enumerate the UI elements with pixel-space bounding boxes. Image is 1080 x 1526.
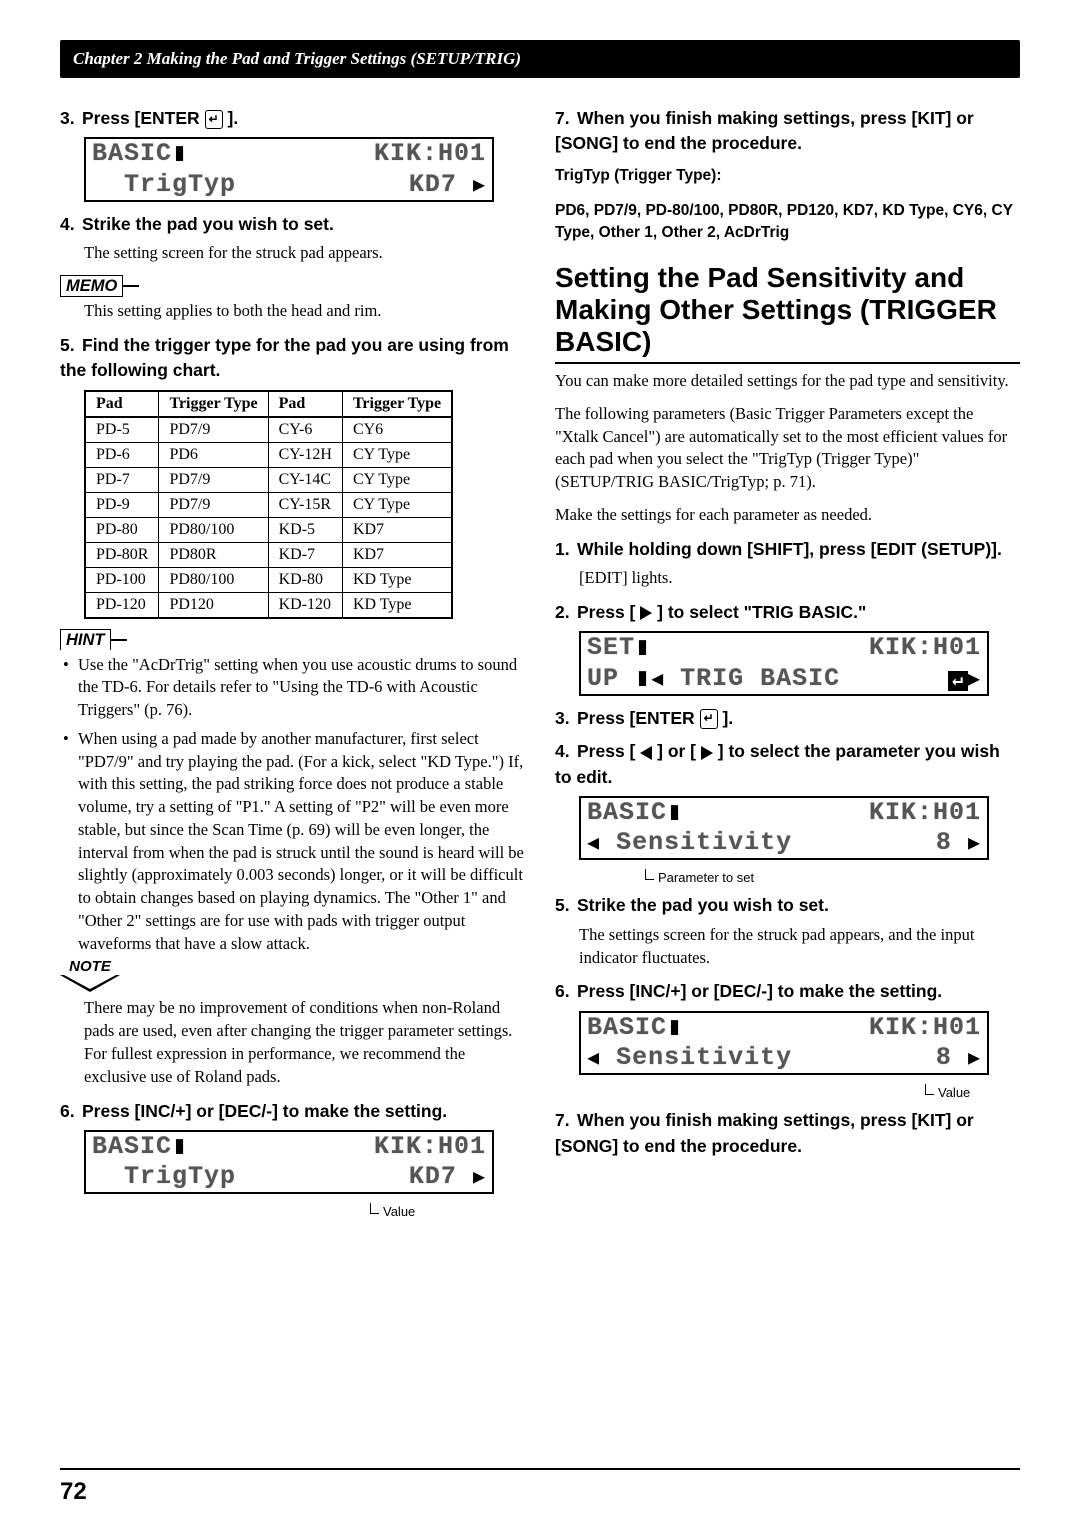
step-5-right: 5.Strike the pad you wish to set. <box>555 893 1020 918</box>
page-number: 72 <box>60 1478 87 1506</box>
bottom-rule <box>60 1468 1020 1470</box>
enter-icon: ↵ <box>700 709 718 728</box>
lcd-screen-2: BASIC▮KIK:H01 TrigTypKD7 ▶ <box>84 1130 494 1195</box>
note-label: NOTE <box>60 961 525 983</box>
value-annotation-right: Value <box>925 1085 1020 1100</box>
lcd-screen-r2: BASIC▮KIK:H01 ◀ Sensitivity8 ▶ <box>579 796 989 861</box>
step-6-right: 6.Press [INC/+] or [DEC/-] to make the s… <box>555 979 1020 1004</box>
right-arrow-icon <box>701 746 713 760</box>
intro-p2: The following parameters (Basic Trigger … <box>555 403 1020 494</box>
lcd-screen-1: BASIC▮KIK:H01 TrigTypKD7 ▶ <box>84 137 494 202</box>
trigtyp-values: PD6, PD7/9, PD-80/100, PD80R, PD120, KD7… <box>555 200 1020 243</box>
enter-icon: ↵ <box>205 110 223 129</box>
hint-label: HINT <box>60 629 525 650</box>
table-row: PD-6PD6CY-12HCY Type <box>85 442 452 467</box>
note-text: There may be no improvement of condition… <box>84 997 525 1088</box>
step-2-right: 2.Press [ ] to select "TRIG BASIC." <box>555 600 1020 625</box>
step-6-left: 6.Press [INC/+] or [DEC/-] to make the s… <box>60 1099 525 1124</box>
lcd-screen-r3: BASIC▮KIK:H01 ◀ Sensitivity8 ▶ <box>579 1011 989 1076</box>
table-row: PD-100PD80/100KD-80KD Type <box>85 567 452 592</box>
trigger-type-table: PadTrigger TypePadTrigger Type PD-5PD7/9… <box>84 390 453 619</box>
step-4-right: 4.Press [ ] or [ ] to select the paramet… <box>555 739 1020 790</box>
step-3-right: 3.Press [ENTER ↵ ]. <box>555 706 1020 731</box>
step-4-left: 4.Strike the pad you wish to set. <box>60 212 525 237</box>
memo-label: MEMO <box>60 275 525 297</box>
right-arrow-icon <box>640 606 652 620</box>
trigtyp-label: TrigTyp (Trigger Type): <box>555 167 1020 185</box>
section-heading: Setting the Pad Sensitivity and Making O… <box>555 262 1020 365</box>
step-7-right-top: 7.When you finish making settings, press… <box>555 106 1020 157</box>
chapter-header: Chapter 2 Making the Pad and Trigger Set… <box>60 40 1020 78</box>
table-row: PD-120PD120KD-120KD Type <box>85 592 452 618</box>
step-1-right: 1.While holding down [SHIFT], press [EDI… <box>555 537 1020 562</box>
page: Chapter 2 Making the Pad and Trigger Set… <box>0 0 1080 1526</box>
step-3-left: 3.Press [ENTER ↵ ]. <box>60 106 525 131</box>
step-1-body: [EDIT] lights. <box>579 567 1020 590</box>
right-column: 7.When you finish making settings, press… <box>555 98 1020 1219</box>
step-5-left: 5.Find the trigger type for the pad you … <box>60 333 525 384</box>
value-annotation-left: Value <box>370 1204 525 1219</box>
intro-p1: You can make more detailed settings for … <box>555 370 1020 393</box>
table-row: PD-5PD7/9CY-6CY6 <box>85 417 452 443</box>
left-column: 3.Press [ENTER ↵ ]. BASIC▮KIK:H01 TrigTy… <box>60 98 525 1219</box>
memo-text: This setting applies to both the head an… <box>84 300 525 323</box>
intro-p3: Make the settings for each parameter as … <box>555 504 1020 527</box>
step-5-body: The settings screen for the struck pad a… <box>579 924 1020 970</box>
list-item: Use the "AcDrTrig" setting when you use … <box>60 654 525 722</box>
step-4-body: The setting screen for the struck pad ap… <box>84 242 525 265</box>
table-row: PD-9PD7/9CY-15RCY Type <box>85 492 452 517</box>
table-row: PD-80RPD80RKD-7KD7 <box>85 542 452 567</box>
param-annotation: Parameter to set <box>645 870 1020 885</box>
table-row: PD-80PD80/100KD-5KD7 <box>85 517 452 542</box>
lcd-screen-r1: SET▮KIK:H01 UP ▮◀ TRIG BASIC↵▶ <box>579 631 989 696</box>
hint-list: Use the "AcDrTrig" setting when you use … <box>60 654 525 956</box>
step-7-right-bottom: 7.When you finish making settings, press… <box>555 1108 1020 1159</box>
left-arrow-icon <box>640 746 652 760</box>
table-header-row: PadTrigger TypePadTrigger Type <box>85 391 452 417</box>
table-row: PD-7PD7/9CY-14CCY Type <box>85 467 452 492</box>
list-item: When using a pad made by another manufac… <box>60 728 525 956</box>
